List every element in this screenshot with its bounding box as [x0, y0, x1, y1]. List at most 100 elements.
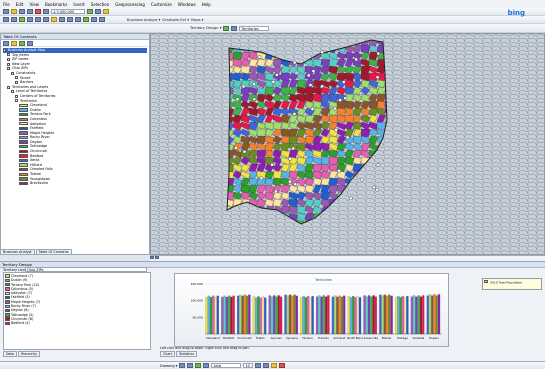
chart-bar[interactable]	[286, 295, 289, 335]
chart-bar[interactable]	[388, 294, 391, 335]
chart-bar[interactable]	[227, 295, 231, 335]
drawing-menu[interactable]: Drawing ▾	[160, 364, 177, 368]
maps-menu[interactable]: Maps ▾	[191, 18, 203, 22]
chart-bar[interactable]	[356, 296, 359, 335]
chart-bar[interactable]	[379, 294, 382, 335]
map-view[interactable]	[150, 33, 545, 255]
pan-icon[interactable]	[19, 17, 25, 22]
chart-bar[interactable]	[261, 296, 265, 335]
chart-bar[interactable]	[205, 296, 208, 335]
chart-bar[interactable]	[370, 296, 373, 335]
list-by-drawing-order-icon[interactable]	[3, 40, 9, 46]
territory-chart[interactable]: Territories 150,000 100,000 50,000 Cleveland…	[175, 274, 450, 348]
select-features-icon[interactable]	[51, 17, 57, 22]
menu-item[interactable]: View	[29, 2, 39, 7]
business-analyst-menu[interactable]: Business Analyst ▾	[127, 18, 160, 22]
chart-bar[interactable]	[340, 296, 344, 335]
chart-bar[interactable]	[413, 295, 416, 335]
menu-item[interactable]: Bookmarks	[45, 2, 67, 7]
chart-bar[interactable]	[415, 296, 418, 335]
menu-item[interactable]: Geoprocessing	[115, 2, 145, 7]
chart-bar[interactable]	[397, 296, 400, 335]
chart-bar[interactable]	[252, 296, 256, 335]
chart-bar[interactable]	[431, 295, 434, 335]
layer-visibility-checkbox[interactable]	[7, 85, 10, 89]
chart-bar[interactable]	[358, 297, 362, 335]
rotate-icon[interactable]	[187, 363, 194, 368]
chart-bar[interactable]	[374, 296, 377, 335]
layer-visibility-checkbox[interactable]	[15, 76, 18, 80]
toc-tab[interactable]: Business Analyst	[0, 249, 35, 255]
chart-bar[interactable]	[279, 296, 283, 335]
list-by-visibility-icon[interactable]	[19, 40, 25, 46]
territory-tool-icon[interactable]	[223, 25, 230, 31]
menu-item[interactable]: Insert	[73, 2, 84, 7]
chart-bar[interactable]	[300, 297, 303, 335]
html-popup-icon[interactable]	[91, 17, 97, 22]
print-icon[interactable]	[27, 9, 33, 14]
layer-visibility-checkbox[interactable]	[7, 67, 10, 71]
chart-bar[interactable]	[264, 297, 267, 335]
territory-map[interactable]	[151, 34, 545, 255]
chart-bar[interactable]	[295, 295, 298, 335]
line-color-icon[interactable]	[279, 363, 286, 368]
chart-bar[interactable]	[320, 296, 323, 335]
chart-bar[interactable]	[367, 295, 371, 335]
back-icon[interactable]	[35, 17, 41, 22]
chart-bar[interactable]	[383, 294, 386, 335]
new-document-icon[interactable]	[3, 9, 9, 14]
time-slider-icon[interactable]	[99, 17, 105, 22]
chart-bar[interactable]	[352, 296, 355, 335]
save-icon[interactable]	[19, 9, 25, 14]
chart-bar[interactable]	[318, 295, 321, 335]
chart-bar[interactable]	[237, 295, 240, 335]
chart-bar[interactable]	[426, 295, 429, 335]
chart-bar[interactable]	[246, 295, 249, 335]
menu-item[interactable]: File	[3, 2, 10, 7]
chart-bar[interactable]	[232, 295, 235, 335]
chart-tab[interactable]: Chart	[160, 351, 176, 357]
chart-bar[interactable]	[221, 296, 224, 335]
chart-bar[interactable]	[354, 297, 357, 335]
chart-bar[interactable]	[291, 295, 294, 335]
chart-bar[interactable]	[255, 297, 258, 335]
find-icon[interactable]	[67, 17, 73, 22]
toc-territory-item[interactable]: Brecksville	[3, 181, 147, 186]
chart-bar[interactable]	[422, 295, 425, 335]
chart-bar[interactable]	[401, 296, 405, 335]
chart-bar[interactable]	[435, 295, 438, 335]
menu-item[interactable]: Edit	[16, 2, 24, 7]
chart-bar[interactable]	[410, 296, 414, 335]
territory-balance-icon[interactable]	[231, 25, 238, 31]
territories-select[interactable]: Territories	[239, 25, 270, 31]
chart-bar[interactable]	[395, 297, 398, 335]
menu-item[interactable]: Customize	[151, 2, 172, 7]
hyperlink-icon[interactable]	[83, 17, 89, 22]
chart-bar[interactable]	[419, 296, 423, 335]
chart-bar[interactable]	[311, 296, 314, 335]
scale-select[interactable]: 1:3,000,000	[51, 9, 85, 14]
chart-bar[interactable]	[336, 296, 339, 335]
chart-bar[interactable]	[417, 295, 420, 335]
chart-bar[interactable]	[241, 295, 244, 335]
chart-bar[interactable]	[288, 294, 292, 335]
layer-visibility-checkbox[interactable]	[15, 80, 18, 84]
chart-bar[interactable]	[257, 296, 260, 335]
delete-icon[interactable]	[35, 9, 41, 14]
undo-icon[interactable]	[43, 9, 49, 14]
toc-tab[interactable]: Table Of Contents	[35, 249, 72, 255]
chart-bar[interactable]	[381, 295, 384, 335]
chart-bar[interactable]	[338, 295, 341, 335]
menu-item[interactable]: Selection	[91, 2, 109, 7]
layer-visibility-checkbox[interactable]	[11, 71, 14, 75]
layer-visibility-checkbox[interactable]	[7, 62, 10, 66]
select-elements-icon[interactable]	[179, 363, 186, 368]
chart-bar[interactable]	[273, 295, 276, 335]
layer-visibility-checkbox[interactable]	[11, 90, 14, 94]
chart-bar[interactable]	[437, 294, 441, 335]
chart-bar[interactable]	[239, 294, 242, 335]
menu-item[interactable]: Help	[202, 2, 211, 7]
chart-bar[interactable]	[214, 296, 217, 335]
chart-bar[interactable]	[284, 294, 287, 335]
font-size-select[interactable]: 10	[243, 363, 254, 368]
